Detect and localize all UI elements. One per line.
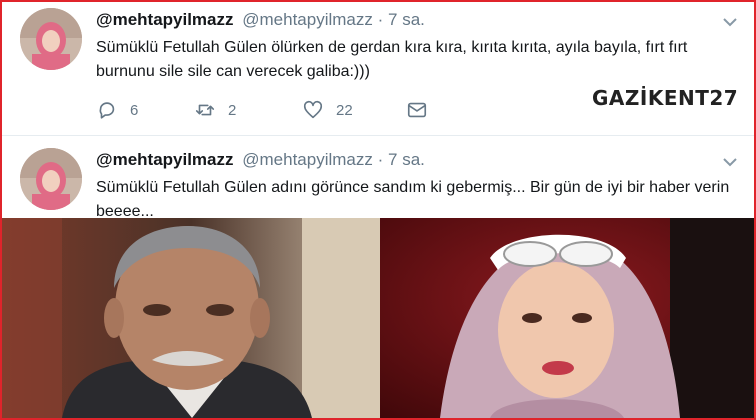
tweet-text: Sümüklü Fetullah Gülen adını görünce san… bbox=[96, 179, 730, 220]
separator-dot: · bbox=[377, 150, 384, 169]
chevron-down-icon[interactable] bbox=[722, 154, 738, 167]
avatar[interactable] bbox=[20, 148, 82, 210]
screenshot-frame: @mehtapyilmazz @mehtapyilmazz · 7 sa. Sü… bbox=[0, 0, 756, 420]
tweet: @mehtapyilmazz @mehtapyilmazz · 7 sa. Sü… bbox=[2, 136, 754, 220]
display-name[interactable]: @mehtapyilmazz bbox=[96, 10, 234, 29]
user-handle[interactable]: @mehtapyilmazz bbox=[242, 150, 373, 169]
watermark: GAZİKENT27 bbox=[588, 78, 738, 118]
display-name[interactable]: @mehtapyilmazz bbox=[96, 150, 234, 169]
reply-icon bbox=[99, 102, 115, 119]
tweet-header: @mehtapyilmazz @mehtapyilmazz · 7 sa. bbox=[96, 10, 425, 30]
retweet-icon bbox=[195, 104, 215, 116]
photo-collage bbox=[2, 218, 754, 418]
avatar-image bbox=[20, 8, 82, 70]
like-button[interactable]: 22 bbox=[302, 98, 353, 122]
watermark-text: GAZİKENT27 bbox=[592, 86, 739, 110]
avatar-image bbox=[20, 148, 82, 210]
timestamp[interactable]: 7 sa. bbox=[388, 150, 425, 169]
heart-icon bbox=[303, 100, 323, 119]
photo-man bbox=[2, 218, 380, 418]
reply-button[interactable]: 6 bbox=[96, 98, 138, 122]
envelope-icon bbox=[407, 102, 427, 118]
retweet-count: 2 bbox=[228, 101, 237, 119]
separator-dot: · bbox=[377, 10, 384, 29]
chevron-down-icon[interactable] bbox=[722, 14, 738, 27]
tweet: @mehtapyilmazz @mehtapyilmazz · 7 sa. Sü… bbox=[2, 2, 754, 136]
user-handle[interactable]: @mehtapyilmazz bbox=[242, 10, 373, 29]
retweet-button[interactable]: 2 bbox=[194, 98, 236, 122]
reply-count: 6 bbox=[130, 101, 139, 119]
tweet-actions: 6 2 22 bbox=[96, 98, 456, 122]
timestamp[interactable]: 7 sa. bbox=[388, 10, 425, 29]
tweet-header: @mehtapyilmazz @mehtapyilmazz · 7 sa. bbox=[96, 150, 425, 170]
photo-woman bbox=[380, 218, 754, 418]
tweet-text: Sümüklü Fetullah Gülen ölürken de gerdan… bbox=[96, 39, 688, 80]
avatar[interactable] bbox=[20, 8, 82, 70]
like-count: 22 bbox=[336, 101, 353, 119]
direct-message-button[interactable] bbox=[406, 98, 428, 122]
